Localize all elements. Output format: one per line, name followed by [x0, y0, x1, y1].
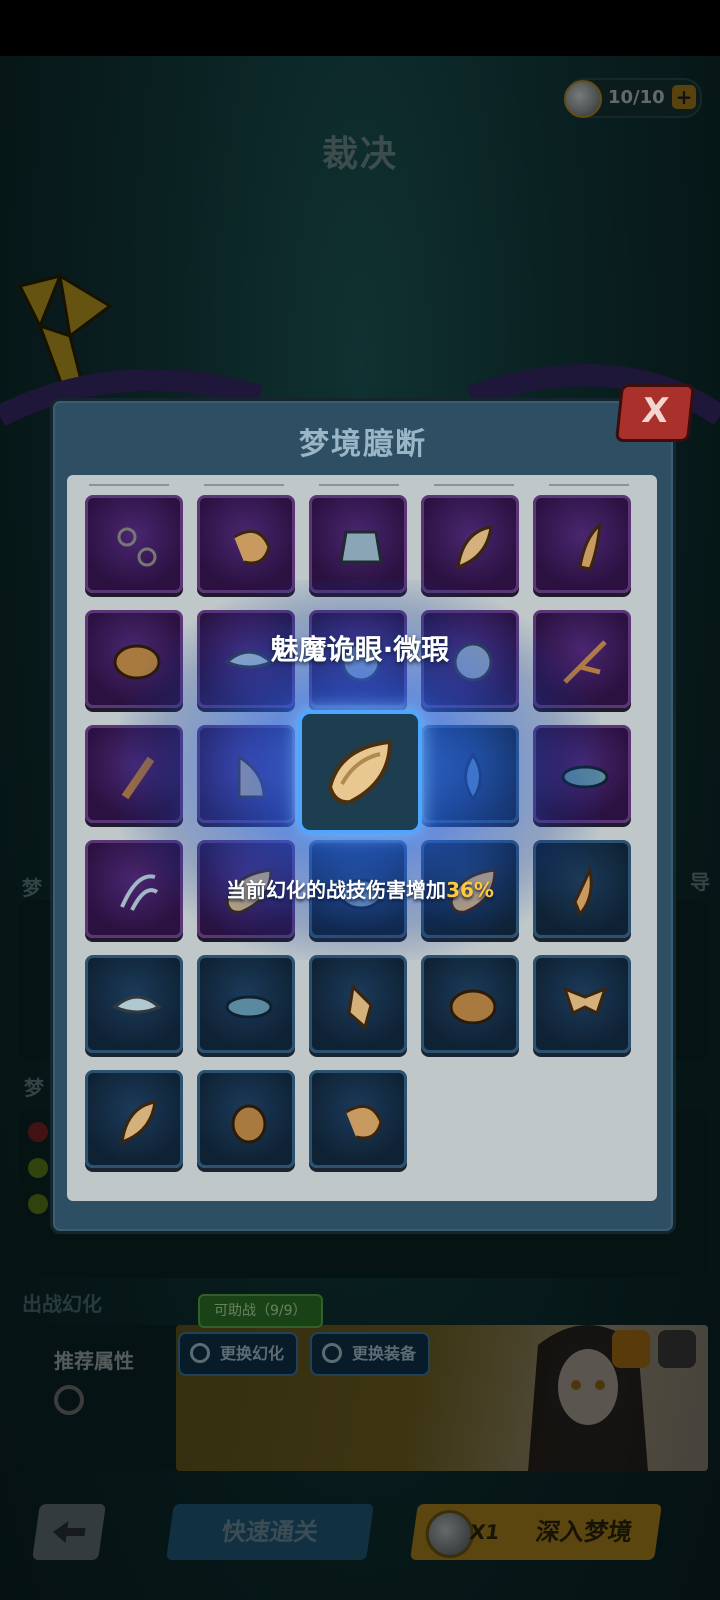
item-slot[interactable]	[421, 955, 519, 1053]
crystal-icon	[327, 739, 393, 805]
armor-icon	[339, 530, 383, 564]
feather-icon	[120, 1100, 157, 1145]
item-slot[interactable]	[533, 725, 631, 823]
item-slot[interactable]	[197, 495, 295, 593]
featured-item-name: 魅魔诡眼·微瑕	[270, 633, 450, 666]
eye-icon	[225, 995, 273, 1019]
close-button[interactable]: X	[614, 384, 696, 442]
item-slot[interactable]	[309, 1070, 407, 1168]
horn-icon	[578, 521, 602, 571]
moth-icon	[562, 986, 608, 1016]
beetle-icon	[231, 1104, 267, 1144]
featured-desc-text: 当前幻化的战技伤害增加	[226, 878, 447, 902]
eye-icon	[561, 765, 609, 789]
item-slot[interactable]	[85, 955, 183, 1053]
modal-title: 梦境臆断	[299, 427, 427, 462]
item-slot[interactable]	[309, 955, 407, 1053]
item-slot[interactable]	[421, 495, 519, 593]
wing-icon	[112, 995, 162, 1014]
item-slot[interactable]	[85, 725, 183, 823]
brush-icon	[121, 756, 155, 800]
item-slot[interactable]	[197, 955, 295, 1053]
item-grid	[67, 475, 657, 1201]
shrimp-icon	[233, 529, 271, 565]
item-slot[interactable]	[197, 725, 295, 823]
item-slot[interactable]	[421, 725, 519, 823]
seed-icon	[449, 989, 497, 1025]
chain-icon	[117, 527, 157, 567]
item-slot[interactable]	[533, 955, 631, 1053]
feather-icon	[456, 525, 493, 570]
item-slot[interactable]	[85, 1070, 183, 1168]
item-slot[interactable]	[309, 495, 407, 593]
featured-item-description: 当前幻化的战技伤害增加36%	[0, 874, 720, 903]
item-slot[interactable]	[533, 495, 631, 593]
shard-icon	[347, 983, 373, 1030]
item-slot[interactable]	[85, 495, 183, 593]
flame-icon	[464, 752, 482, 802]
tooth-icon	[237, 754, 266, 799]
featured-desc-value: 36%	[446, 878, 494, 902]
status-bar	[0, 0, 720, 56]
item-slot[interactable]	[197, 1070, 295, 1168]
grid-divider	[89, 484, 629, 486]
featured-item-slot[interactable]	[298, 710, 422, 834]
shrimp-icon	[345, 1104, 383, 1140]
